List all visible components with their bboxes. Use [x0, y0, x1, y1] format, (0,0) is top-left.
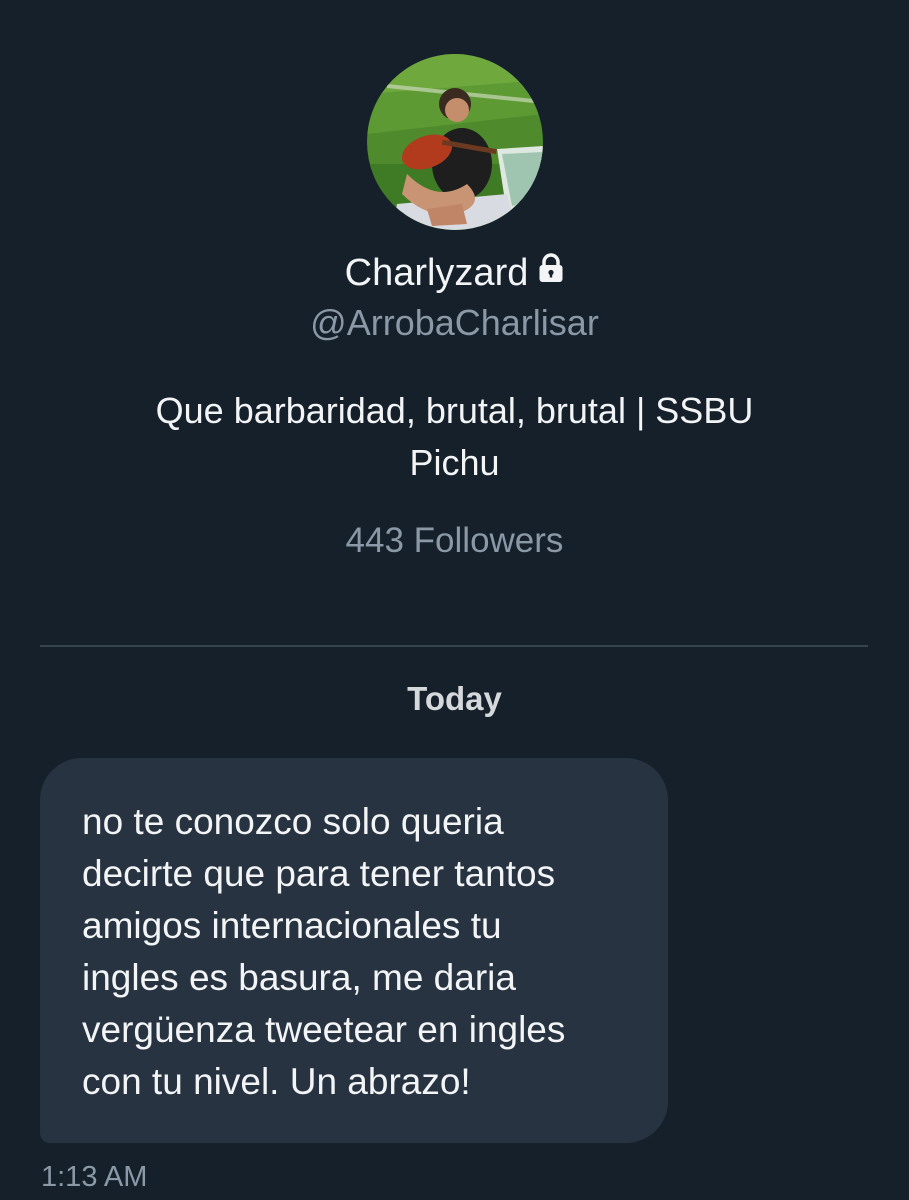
avatar-photo	[367, 54, 543, 230]
profile-bio: Que barbaridad, brutal, brutal | SSBU Pi…	[90, 385, 819, 489]
date-separator: Today	[407, 680, 502, 717]
profile-name: Charlyzard	[344, 251, 529, 294]
profile-bio-text: Que barbaridad, brutal, brutal | SSBU Pi…	[155, 390, 754, 483]
followers-count[interactable]: 443 Followers	[0, 516, 909, 566]
profile-handle[interactable]: @ArrobaCharlisar	[0, 298, 909, 348]
message-timestamp: 1:13 AM	[41, 1161, 148, 1193]
message-text: no te conozco solo queria decirte que pa…	[82, 801, 566, 1102]
profile-name-row: Charlyzard	[0, 246, 909, 298]
lock-icon	[538, 246, 564, 296]
profile-avatar[interactable]	[367, 54, 543, 230]
message-bubble[interactable]: no te conozco solo queria decirte que pa…	[40, 758, 668, 1143]
divider	[40, 645, 868, 647]
